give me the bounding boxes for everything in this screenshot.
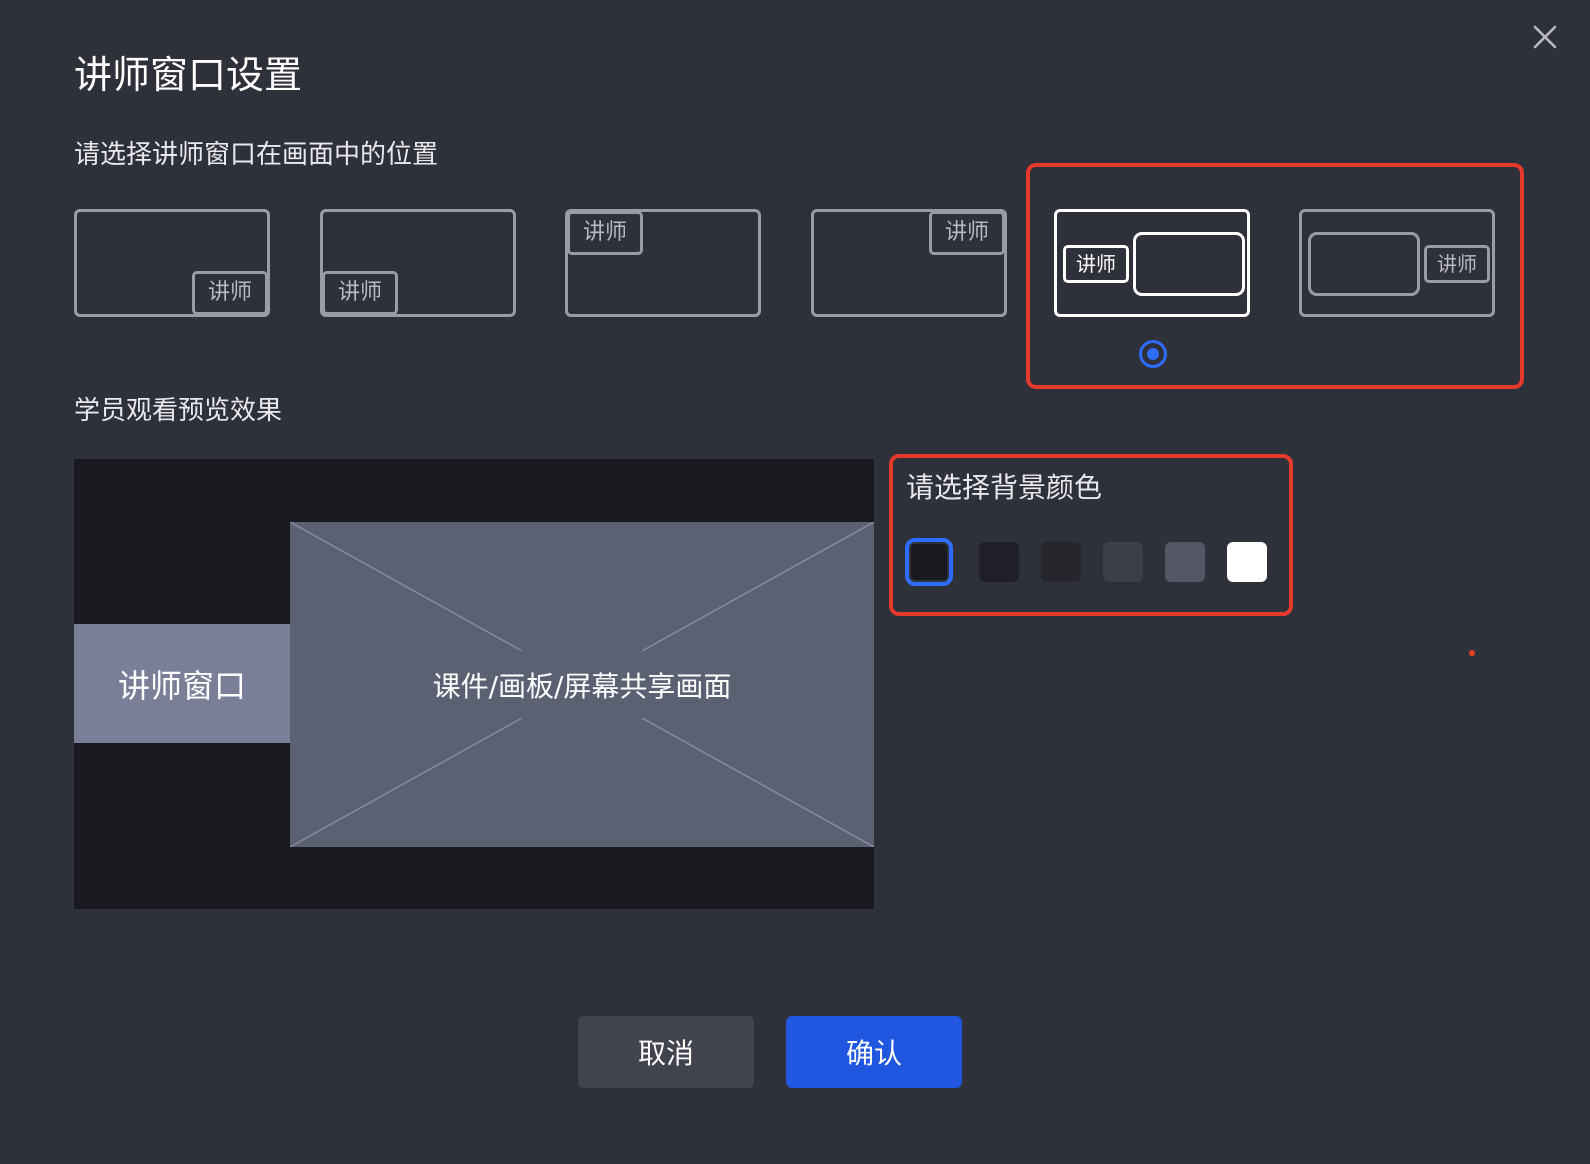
teacher-tag: 讲师 (567, 211, 643, 255)
preview-section-label: 学员观看预览效果 (74, 396, 283, 426)
close-icon[interactable] (1530, 22, 1560, 52)
confirm-button[interactable]: 确认 (786, 1016, 962, 1088)
cancel-button[interactable]: 取消 (578, 1016, 754, 1088)
preview-courseware-label: 课件/画板/屏幕共享画面 (432, 669, 732, 703)
bg-swatch-3[interactable] (1041, 542, 1081, 582)
position-radio-selected[interactable] (1139, 340, 1167, 368)
teacher-window-settings-dialog: 讲师窗口设置 请选择讲师窗口在画面中的位置 讲师 讲师 讲师 讲师 讲师 讲师 … (0, 0, 1590, 1164)
teacher-tag: 讲师 (192, 271, 268, 315)
student-preview: 讲师窗口 课件/画板/屏幕共享画面 (74, 459, 874, 909)
position-option-top-left[interactable]: 讲师 (565, 209, 761, 317)
dialog-title: 讲师窗口设置 (74, 53, 303, 97)
position-section-label: 请选择讲师窗口在画面中的位置 (74, 140, 439, 170)
teacher-tag: 讲师 (322, 271, 398, 315)
position-option-top-right[interactable]: 讲师 (811, 209, 1007, 317)
position-option-bottom-right[interactable]: 讲师 (74, 209, 270, 317)
background-section-label: 请选择背景颜色 (906, 471, 1103, 504)
bg-swatch-4[interactable] (1103, 542, 1143, 582)
bg-swatch-5[interactable] (1165, 542, 1205, 582)
bg-swatch-6[interactable] (1227, 542, 1267, 582)
position-highlight-box (1026, 163, 1524, 389)
preview-teacher-window: 讲师窗口 (74, 624, 290, 743)
bg-swatch-1[interactable] (905, 538, 953, 586)
red-dot-marker (1469, 650, 1475, 656)
position-option-bottom-left[interactable]: 讲师 (320, 209, 516, 317)
teacher-tag: 讲师 (929, 211, 1005, 255)
preview-courseware-area: 课件/画板/屏幕共享画面 (290, 522, 874, 847)
bg-swatch-2[interactable] (979, 542, 1019, 582)
